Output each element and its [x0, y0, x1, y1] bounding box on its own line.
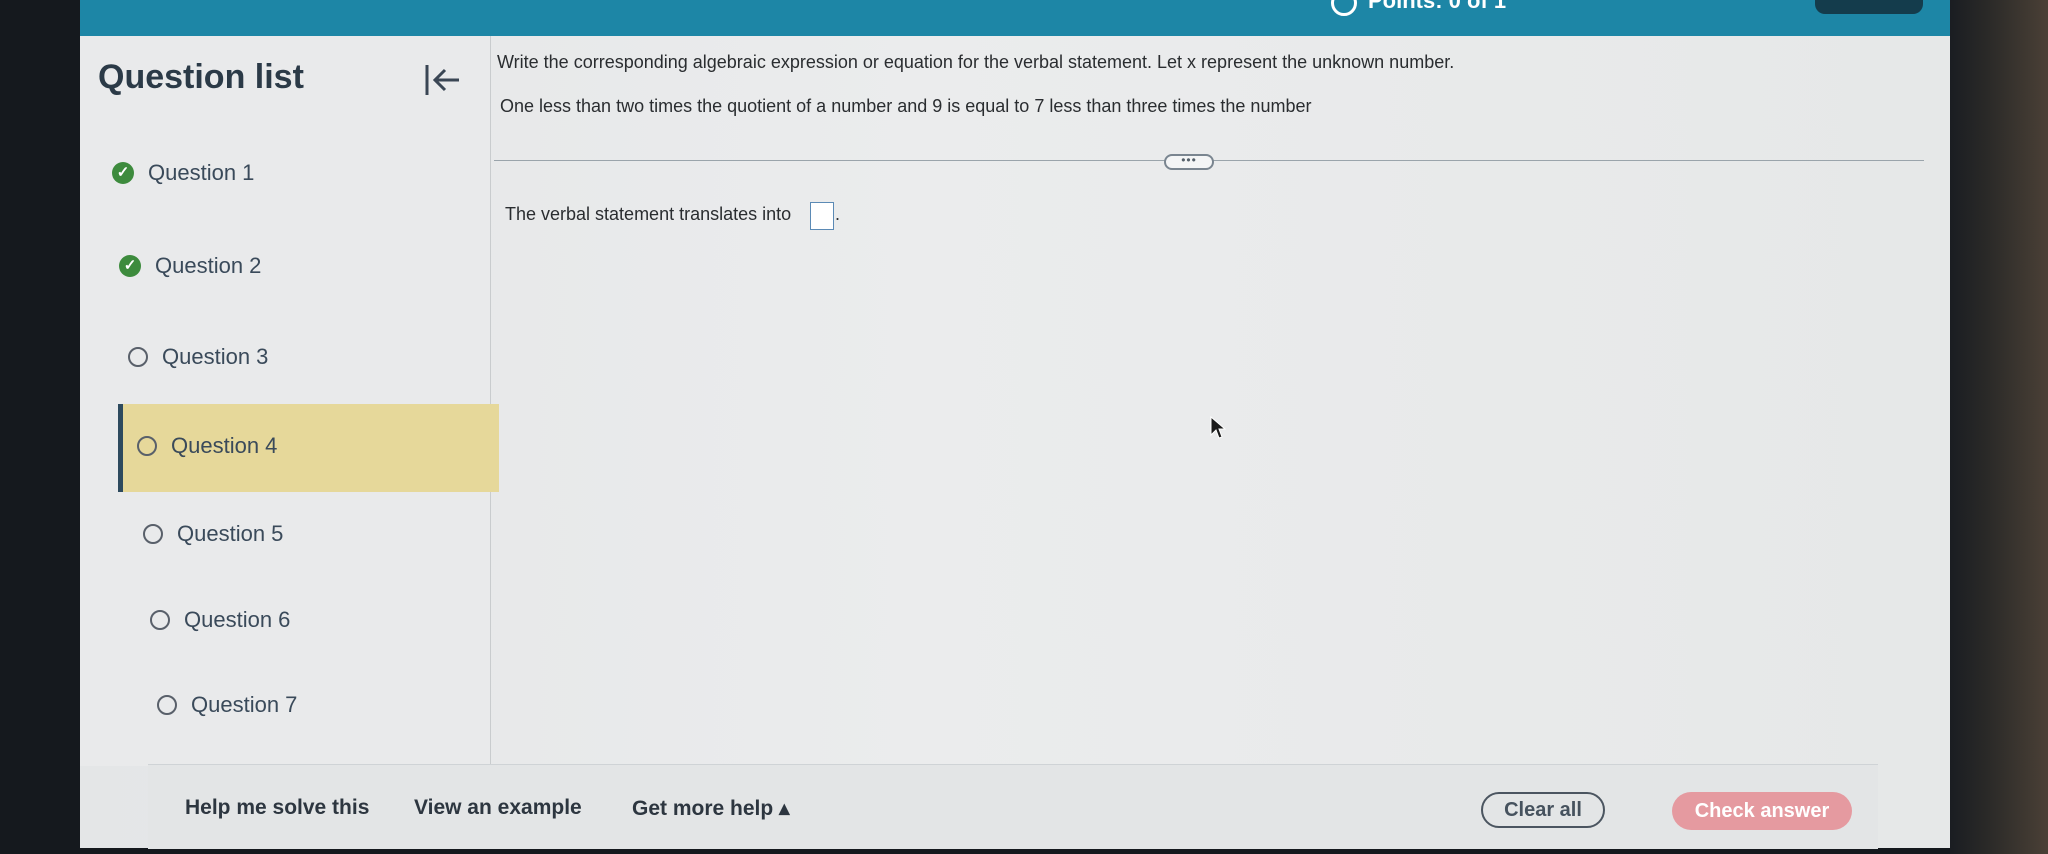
question-item-3[interactable]: Question 3 — [128, 337, 268, 377]
question-item-5[interactable]: Question 5 — [143, 514, 283, 554]
get-more-help-button[interactable]: Get more help ▴ — [632, 796, 790, 821]
question-item-1[interactable]: ✓ Question 1 — [112, 153, 254, 193]
monitor-bezel — [1950, 0, 2048, 854]
answer-input-box[interactable] — [810, 202, 834, 230]
question-item-6[interactable]: Question 6 — [150, 600, 290, 640]
question-item-label: Question 5 — [177, 521, 284, 546]
clear-all-button[interactable]: Clear all — [1481, 792, 1605, 828]
question-list-sidebar — [80, 36, 491, 766]
top-bar — [80, 0, 1950, 36]
incomplete-circle-icon — [157, 695, 177, 715]
help-me-solve-button[interactable]: Help me solve this — [185, 796, 369, 820]
question-item-label: Question 4 — [171, 433, 278, 458]
question-item-label: Question 2 — [155, 253, 262, 278]
points-label: Points: 0 of 1 — [1368, 0, 1507, 13]
incomplete-circle-icon — [137, 436, 157, 456]
check-answer-button[interactable]: Check answer — [1672, 792, 1852, 830]
collapse-sidebar-icon[interactable] — [423, 62, 461, 98]
check-icon: ✓ — [112, 162, 134, 184]
question-item-7[interactable]: Question 7 — [157, 685, 297, 725]
expand-more-button[interactable]: ••• — [1164, 154, 1214, 170]
answer-suffix: . — [835, 204, 841, 224]
answer-prompt: The verbal statement translates into — [505, 204, 792, 224]
question-item-4[interactable]: Question 4 — [137, 426, 277, 466]
question-item-label: Question 3 — [162, 344, 269, 369]
question-item-label: Question 6 — [184, 607, 291, 632]
question-item-label: Question 7 — [191, 692, 298, 717]
check-icon: ✓ — [119, 255, 141, 277]
view-example-button[interactable]: View an example — [414, 796, 582, 820]
incomplete-circle-icon — [128, 347, 148, 367]
question-list-title: Question list — [98, 58, 304, 96]
question-item-label: Question 1 — [148, 160, 255, 185]
mouse-cursor-icon — [1210, 416, 1226, 439]
incomplete-circle-icon — [150, 610, 170, 630]
verbal-statement: One less than two times the quotient of … — [500, 96, 1312, 116]
bottom-action-bar — [148, 764, 1878, 849]
question-item-2[interactable]: ✓ Question 2 — [119, 246, 261, 286]
question-instruction: Write the corresponding algebraic expres… — [497, 52, 1455, 72]
top-bar-button[interactable] — [1815, 0, 1923, 14]
incomplete-circle-icon — [143, 524, 163, 544]
